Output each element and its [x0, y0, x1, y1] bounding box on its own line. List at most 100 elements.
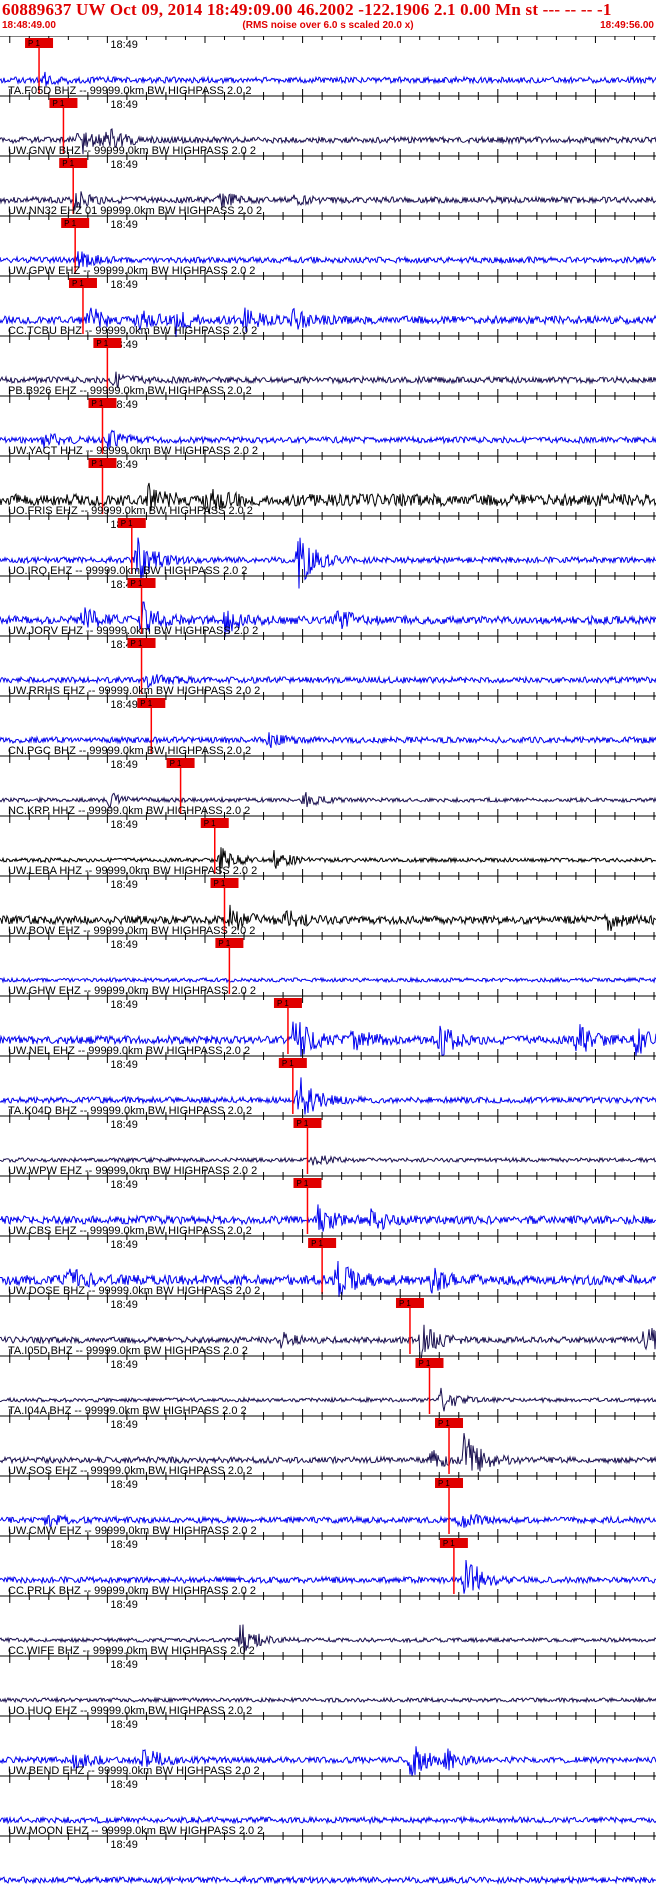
station-label: PB.B926 EHZ -- 99999.0km BW HIGHPASS 2.0…: [8, 385, 252, 397]
trace-row: 18:49UW.JORV EHZ -- 99999.0km BW HIGHPAS…: [0, 625, 656, 694]
p-pick-label: P 1: [296, 1179, 308, 1188]
station-label: UW.LEBA HHZ -- 99999.0km BW HIGHPASS 2.0…: [8, 865, 257, 877]
station-label: CC.TCBU BHZ -- 99999.0km BW HIGHPASS 2.0…: [8, 325, 257, 337]
p-pick-label: P 1: [399, 1299, 411, 1308]
station-label: UW.GHW EHZ -- 99999.0km BW HIGHPASS 2.0 …: [8, 985, 256, 997]
p-pick-label: P 1: [91, 459, 103, 468]
minute-tick-label: 18:49: [110, 1539, 138, 1551]
p-pick-label: P 1: [72, 279, 84, 288]
waveform: [0, 1696, 656, 1704]
p-pick-label: P 1: [438, 1419, 450, 1428]
station-label: CC.SEP EHZ -- 99999.0km BW HIGHPASS 2.0 …: [8, 36, 249, 37]
trace-row: 18:49 CC.PRLK BHZ -- 99999.0km BW HIGHPAS…: [0, 1585, 656, 1653]
minute-tick-label: 18:49: [110, 1779, 138, 1791]
station-label: CN.PGC BHZ -- 99999.0km BW HIGHPASS 2.0 …: [8, 745, 251, 757]
station-label: CC.PRLK BHZ -- 99999.0km BW HIGHPASS 2.0…: [8, 1585, 256, 1597]
minute-tick-label: 18:49: [110, 1659, 138, 1671]
trace-row: 18:49 UW.CMW EHZ -- 99999.0km BW HIGHPASS…: [0, 1525, 656, 1594]
trace-row: 18:49 UW.WPW EHZ -- 99999.0km BW HIGHPASS…: [0, 1165, 656, 1234]
station-label: UW.GNW BHZ -- 99999.0km BW HIGHPASS 2.0 …: [8, 145, 256, 157]
p-pick-label: P 1: [277, 999, 289, 1008]
trace-row: 18:49 UW.GNW BHZ -- 99999.0km BW HIGHPASS…: [0, 145, 656, 214]
trace-row: 18:49 UW.SOS EHZ -- 99999.0km BW HIGHPASS…: [0, 1465, 656, 1534]
p-pick-label: P 1: [311, 1239, 323, 1248]
minute-tick-label: 18:49: [110, 699, 138, 711]
waveform: [0, 71, 656, 87]
p-pick-label: P 1: [28, 39, 40, 48]
minute-tick-label: 18:49: [110, 1239, 138, 1251]
trace-row: 18:49 UW.RRHS EHZ -- 99999.0km BW HIGHPAS…: [0, 685, 656, 754]
trace-row: 18:49 UW.MOON EHZ -- 99999.0km BW HIGHPAS…: [0, 1825, 656, 1885]
trace-row: 18:49 UW.LEBA HHZ -- 99999.0km BW HIGHPAS…: [0, 865, 656, 934]
minute-tick-label: 18:49: [110, 1299, 138, 1311]
trace-row: 18:49 TA.I05D BHZ -- 99999.0km BW HIGHPAS…: [0, 1345, 656, 1414]
station-label: UO.HUO EHZ -- 99999.0km BW HIGHPASS 2.0 …: [8, 1705, 252, 1717]
waveform: [0, 1815, 656, 1825]
p-pick-label: P 1: [52, 99, 64, 108]
p-pick-label: P 1: [438, 1479, 450, 1488]
station-label: UW.MOON EHZ -- 99999.0km BW HIGHPASS 2.0…: [8, 1825, 263, 1837]
p-pick-label: P 1: [204, 819, 216, 828]
minute-tick-label: 18:49: [110, 879, 138, 891]
p-pick-label: P 1: [170, 759, 182, 768]
trace-row: 18:49 UW.BEND EHZ -- 99999.0km BW HIGHPAS…: [0, 1765, 656, 1825]
minute-tick-label: 18:49: [110, 1479, 138, 1491]
trace-row: 18:49 TA.I04A BHZ -- 99999.0km BW HIGHPAS…: [0, 1405, 656, 1474]
minute-tick-label: 18:49: [110, 819, 138, 831]
minute-tick-label: 18:49: [110, 1359, 138, 1371]
station-label: TA.I04A BHZ -- 99999.0km BW HIGHPASS 2.0…: [8, 1405, 247, 1417]
station-label: UW.SOS EHZ -- 99999.0km BW HIGHPASS 2.0 …: [8, 1465, 252, 1477]
minute-tick-label: 18:49: [110, 1839, 138, 1851]
seismogram-panel: 18:49 CC.SEP EHZ -- 99999.0km BW HIGHPASS…: [0, 36, 656, 1885]
station-label: UO.FRIS EHZ -- 99999.0km BW HIGHPASS 2.0…: [8, 505, 253, 517]
station-label: CC.WIFE BHZ -- 99999.0km BW HIGHPASS 2.0…: [8, 1645, 255, 1657]
station-label: TA.K04D BHZ -- 99999.0km BW HIGHPASS 2.0…: [8, 1105, 252, 1117]
waveform: [0, 1875, 656, 1885]
window-end-time: 18:49:56.00: [600, 20, 654, 31]
p-pick-label: P 1: [218, 939, 230, 948]
station-label: UW.BOW EHZ -- 99999.0km BW HIGHPASS 2.0 …: [8, 925, 255, 937]
minute-tick-label: 18:49: [110, 1179, 138, 1191]
record-header: 60889637 UW Oct 09, 2014 18:49:09.00 46.…: [0, 0, 656, 36]
station-label: UW.GPW EHZ -- 99999.0km BW HIGHPASS 2.0 …: [8, 265, 255, 277]
minute-tick-label: 18:49: [110, 759, 138, 771]
station-label: UW.YACT HHZ -- 99999.0km BW HIGHPASS 2.0…: [8, 445, 258, 457]
p-pick-label: P 1: [131, 639, 143, 648]
waveform: [0, 976, 656, 984]
p-pick-label: P 1: [282, 1059, 294, 1068]
p-pick-label: P 1: [96, 339, 108, 348]
p-pick-label: P 1: [140, 699, 152, 708]
p-pick-label: P 1: [121, 519, 133, 528]
minute-tick-label: 18:49: [110, 219, 138, 231]
station-label: UO.IRQ EHZ -- 99999.0km BW HIGHPASS 2.0 …: [8, 565, 247, 577]
station-label: TA.F05D BHZ -- 99999.0km BW HIGHPASS 2.0…: [8, 85, 252, 97]
minute-tick-label: 18:49: [110, 99, 138, 111]
p-pick-label: P 1: [214, 879, 226, 888]
p-pick-label: P 1: [64, 219, 76, 228]
minute-tick-label: 18:49: [110, 1059, 138, 1071]
minute-tick-label: 18:49: [110, 1719, 138, 1731]
station-label: UW.CMW EHZ -- 99999.0km BW HIGHPASS 2.0 …: [8, 1525, 257, 1537]
trace-row: 18:49 TA.K04D BHZ -- 99999.0km BW HIGHPAS…: [0, 1105, 656, 1174]
minute-tick-label: 18:49: [110, 1119, 138, 1131]
event-title: 60889637 UW Oct 09, 2014 18:49:09.00 46.…: [2, 0, 612, 19]
waveform: [0, 537, 656, 589]
station-label: UW.NEL EHZ -- 99999.0km BW HIGHPASS 2.0 …: [8, 1045, 250, 1057]
station-label: NC.KRP HHZ -- 99999.0km BW HIGHPASS 2.0 …: [8, 805, 250, 817]
trace-row: 18:49 UW.BOW EHZ -- 99999.0km BW HIGHPASS…: [0, 925, 656, 994]
p-pick-label: P 1: [418, 1359, 430, 1368]
rms-scaling-note: (RMS noise over 6.0 s scaled 20.0 x): [242, 20, 414, 31]
station-label: UW.BEND EHZ -- 99999.0km BW HIGHPASS 2.0…: [8, 1765, 260, 1777]
trace-row: 18:49 CC.WIFE BHZ -- 99999.0km BW HIGHPAS…: [0, 1645, 656, 1704]
minute-tick-label: 18:49: [110, 159, 138, 171]
station-label: UW.NN32 EHZ 01 99999.0km BW HIGHPASS 2.0…: [8, 205, 262, 217]
trace-row: 18:49 UW.NN32 EHZ 01 99999.0km BW HIGHPAS…: [0, 205, 656, 274]
minute-tick-label: 18:49: [110, 1419, 138, 1431]
trace-row: 18:49PB.B926 EHZ -- 99999.0km BW HIGHPAS…: [0, 385, 656, 454]
waveform: [0, 1155, 656, 1166]
trace-row: 18:49 CN.PGC BHZ -- 99999.0km BW HIGHPASS…: [0, 745, 656, 814]
minute-tick-label: 18:49: [110, 279, 138, 291]
station-label: UW.WPW EHZ -- 99999.0km BW HIGHPASS 2.0 …: [8, 1165, 257, 1177]
station-label: UW.CBS EHZ -- 99999.0km BW HIGHPASS 2.0 …: [8, 1225, 252, 1237]
minute-tick-label: 18:49: [110, 999, 138, 1011]
